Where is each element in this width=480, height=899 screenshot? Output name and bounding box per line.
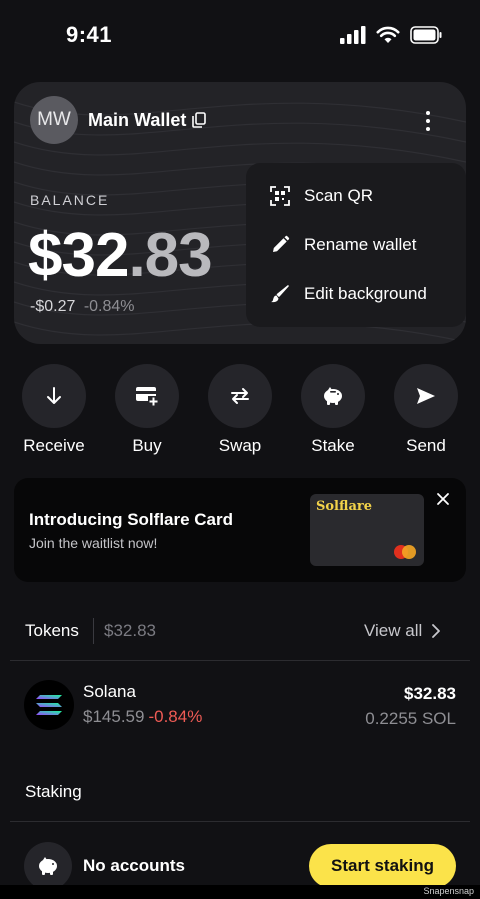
wifi-icon bbox=[376, 26, 400, 43]
wallet-options-menu: Scan QR Rename wallet Edit background bbox=[246, 163, 466, 327]
brush-icon bbox=[271, 285, 289, 303]
wallet-name[interactable]: Main Wallet bbox=[88, 110, 186, 131]
wallet-avatar[interactable]: MW bbox=[30, 96, 78, 144]
balance-change: -$0.27 -0.84% bbox=[30, 298, 135, 316]
solflare-card-promo[interactable]: Introducing Solflare Card Join the waitl… bbox=[14, 478, 466, 582]
tokens-header: Tokens $32.83 View all bbox=[0, 612, 480, 652]
status-time: 9:41 bbox=[66, 22, 113, 47]
watermark-text: Snapensnap bbox=[423, 886, 474, 896]
token-value: $32.83 bbox=[404, 684, 456, 703]
send-button-circle[interactable] bbox=[394, 364, 458, 428]
menu-item-label: Rename wallet bbox=[304, 235, 417, 254]
pencil-icon bbox=[273, 235, 290, 252]
promo-card-image: Solflare bbox=[310, 494, 424, 566]
divider bbox=[10, 821, 470, 822]
watermark-bar: Snapensnap bbox=[0, 885, 480, 899]
menu-item-edit-background[interactable]: Edit background bbox=[270, 279, 427, 309]
menu-item-scan-qr[interactable]: Scan QR bbox=[270, 181, 373, 211]
menu-item-label: Scan QR bbox=[304, 186, 373, 205]
action-label: Send bbox=[406, 436, 446, 455]
promo-subtitle: Join the waitlist now! bbox=[29, 535, 158, 551]
start-staking-button[interactable]: Start staking bbox=[309, 844, 456, 888]
card-brand-logo: Solflare bbox=[316, 499, 372, 514]
tokens-total: $32.83 bbox=[104, 621, 156, 640]
card-plus-icon bbox=[136, 387, 159, 407]
balance-change-abs: -$0.27 bbox=[30, 298, 76, 315]
menu-item-rename-wallet[interactable]: Rename wallet bbox=[270, 230, 416, 260]
promo-title: Introducing Solflare Card bbox=[29, 510, 234, 529]
quick-actions: Receive Buy Swap Stake Send bbox=[0, 364, 480, 464]
stake-button[interactable]: Stake bbox=[293, 364, 373, 456]
balance-amount: $32.83 bbox=[28, 220, 213, 291]
buy-button[interactable]: Buy bbox=[107, 364, 187, 456]
token-row-solana[interactable]: Solana $145.59 -0.84% $32.83 0.2255 SOL bbox=[0, 672, 480, 742]
buy-button-circle[interactable] bbox=[115, 364, 179, 428]
token-amount: 0.2255 SOL bbox=[365, 709, 456, 728]
action-label: Stake bbox=[311, 436, 355, 455]
action-label: Swap bbox=[218, 436, 262, 455]
status-icons bbox=[340, 26, 442, 44]
token-change: -0.84% bbox=[148, 707, 203, 726]
token-price: $145.59 -0.84% bbox=[83, 707, 202, 727]
action-label: Receive bbox=[23, 436, 85, 455]
balance-label: BALANCE bbox=[30, 192, 110, 208]
balance-change-pct: -0.84% bbox=[83, 298, 135, 315]
divider bbox=[10, 660, 470, 661]
arrow-down-icon bbox=[47, 387, 61, 404]
cellular-signal-icon bbox=[340, 26, 366, 44]
send-icon bbox=[417, 388, 435, 404]
tokens-divider bbox=[93, 618, 94, 644]
mastercard-icon bbox=[394, 545, 416, 559]
battery-icon bbox=[410, 26, 442, 44]
close-icon[interactable] bbox=[435, 491, 451, 507]
more-options-icon[interactable] bbox=[420, 110, 436, 132]
receive-button[interactable]: Receive bbox=[14, 364, 94, 456]
stake-button-circle[interactable] bbox=[301, 364, 365, 428]
staking-empty-row: No accounts Start staking bbox=[0, 840, 480, 890]
view-all-link[interactable]: View all bbox=[364, 621, 441, 641]
swap-button-circle[interactable] bbox=[208, 364, 272, 428]
send-button[interactable]: Send bbox=[386, 364, 466, 456]
balance-whole: $32 bbox=[28, 221, 129, 290]
status-bar: 9:41 bbox=[0, 0, 480, 70]
tokens-title: Tokens bbox=[25, 621, 79, 640]
balance-cents: .83 bbox=[128, 221, 212, 290]
swap-arrows-icon bbox=[231, 388, 249, 404]
copy-icon[interactable] bbox=[192, 112, 206, 128]
swap-button[interactable]: Swap bbox=[200, 364, 280, 456]
token-name: Solana bbox=[83, 682, 136, 701]
solana-logo-icon bbox=[24, 680, 74, 730]
view-all-label: View all bbox=[364, 621, 423, 640]
action-label: Buy bbox=[132, 436, 162, 455]
receive-button-circle[interactable] bbox=[22, 364, 86, 428]
chevron-right-icon bbox=[432, 624, 441, 638]
qr-scan-icon bbox=[270, 186, 290, 206]
staking-title: Staking bbox=[25, 782, 82, 801]
piggy-bank-icon bbox=[324, 387, 342, 405]
menu-item-label: Edit background bbox=[304, 284, 427, 303]
token-price-value: $145.59 bbox=[83, 707, 145, 726]
no-accounts-label: No accounts bbox=[83, 856, 186, 875]
piggy-bank-icon bbox=[24, 842, 72, 890]
